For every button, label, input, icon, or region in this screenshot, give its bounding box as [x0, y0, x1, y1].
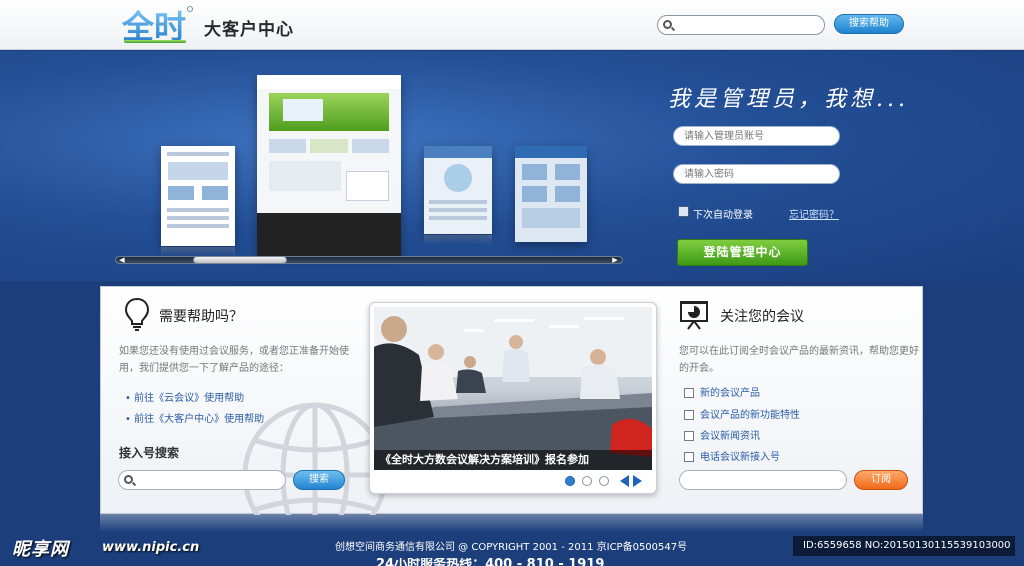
- slide-dot-3[interactable]: [599, 476, 609, 486]
- subscribe-text: 您可以在此订阅全时会议产品的最新资讯，帮助您更好的开会。: [679, 346, 919, 374]
- subscribe-title: 关注您的会议: [720, 309, 804, 325]
- help-text: 如果您还没有使用过会议服务，或者您正准备开始使用，我们提供您一下了解产品的途径：: [119, 346, 349, 374]
- option-checkbox[interactable]: [684, 388, 694, 398]
- preview-thumbnail-1[interactable]: [161, 146, 235, 246]
- subscribe-option-4[interactable]: 电话会议新接入号: [684, 448, 780, 463]
- scroll-right-icon[interactable]: ▶: [610, 256, 620, 264]
- option-checkbox[interactable]: [684, 410, 694, 420]
- watermark-site-name: 昵享网: [12, 539, 69, 560]
- hero-banner: ◀ ▶ 我是管理员，我想... 下次自动登录 忘记密码？ 登陆管理中心: [0, 51, 1024, 281]
- presentation-board-icon: [680, 301, 708, 330]
- header-search-input[interactable]: [676, 18, 816, 32]
- slide-dot-2[interactable]: [582, 476, 592, 486]
- access-number-field[interactable]: [118, 470, 286, 490]
- preview-thumbnail-4[interactable]: [515, 146, 587, 242]
- header-search-field[interactable]: [657, 15, 825, 35]
- hero-slogan: 我是管理员，我想...: [668, 87, 909, 112]
- meeting-photo[interactable]: [374, 307, 652, 470]
- login-button[interactable]: 登陆管理中心: [677, 239, 808, 266]
- header: 全时 大客户中心 搜索帮助: [0, 0, 1024, 50]
- account-field[interactable]: [673, 126, 840, 146]
- scroll-left-icon[interactable]: ◀: [117, 256, 127, 264]
- carousel-scrollbar[interactable]: [115, 256, 623, 264]
- service-hotline: 24小时服务热线：400 - 810 - 1919: [376, 558, 605, 566]
- access-number-search-title: 接入号搜索: [119, 446, 180, 460]
- subscribe-button[interactable]: 订阅: [854, 470, 908, 490]
- account-center-help-link[interactable]: 前往《大客户中心》使用帮助: [125, 410, 264, 425]
- slide-dot-1[interactable]: [565, 476, 575, 486]
- option-checkbox[interactable]: [684, 431, 694, 441]
- cloud-meeting-help-link[interactable]: 前往《云会议》使用帮助: [125, 389, 244, 404]
- slide-next-icon[interactable]: [633, 475, 642, 487]
- watermark-url: www.nipic.cn: [102, 540, 200, 555]
- lightbulb-icon: [124, 297, 150, 331]
- subscribe-option-1[interactable]: 新的会议产品: [684, 384, 760, 399]
- watermark-id: ID:6559658 NO:20150130115539103000: [793, 536, 1015, 556]
- copyright-text: 创想空间商务通信有限公司 @ COPYRIGHT 2001 - 2011 京IC…: [335, 542, 688, 553]
- help-title: 需要帮助吗？: [159, 309, 243, 325]
- header-subtitle: 大客户中心: [204, 20, 294, 40]
- carousel-scroll-handle[interactable]: [193, 256, 287, 264]
- preview-thumbnail-2[interactable]: [257, 75, 401, 256]
- subscribe-email-input[interactable]: [690, 474, 838, 487]
- password-field[interactable]: [673, 164, 840, 184]
- access-number-input[interactable]: [137, 474, 277, 487]
- preview-thumbnail-3[interactable]: [424, 146, 492, 234]
- search-help-button[interactable]: 搜索帮助: [834, 14, 904, 34]
- account-input[interactable]: [684, 130, 832, 143]
- quanshi-logo[interactable]: 全时: [120, 4, 196, 46]
- option-checkbox[interactable]: [684, 452, 694, 462]
- subscribe-option-2[interactable]: 会议产品的新功能特性: [684, 406, 800, 421]
- slide-caption[interactable]: 《全时大方数会议解决方案培训》报名参加: [374, 450, 652, 470]
- search-icon: [663, 20, 672, 29]
- subscribe-email-field[interactable]: [679, 470, 847, 490]
- password-input[interactable]: [684, 168, 832, 181]
- forgot-password-link[interactable]: 忘记密码？: [789, 206, 839, 221]
- remember-label: 下次自动登录: [693, 210, 753, 221]
- slide-prev-icon[interactable]: [620, 475, 629, 487]
- search-icon: [124, 475, 133, 484]
- remember-checkbox[interactable]: [678, 206, 689, 217]
- access-number-search-button[interactable]: 搜索: [293, 470, 345, 490]
- subscribe-option-3[interactable]: 会议新闻资讯: [684, 427, 760, 442]
